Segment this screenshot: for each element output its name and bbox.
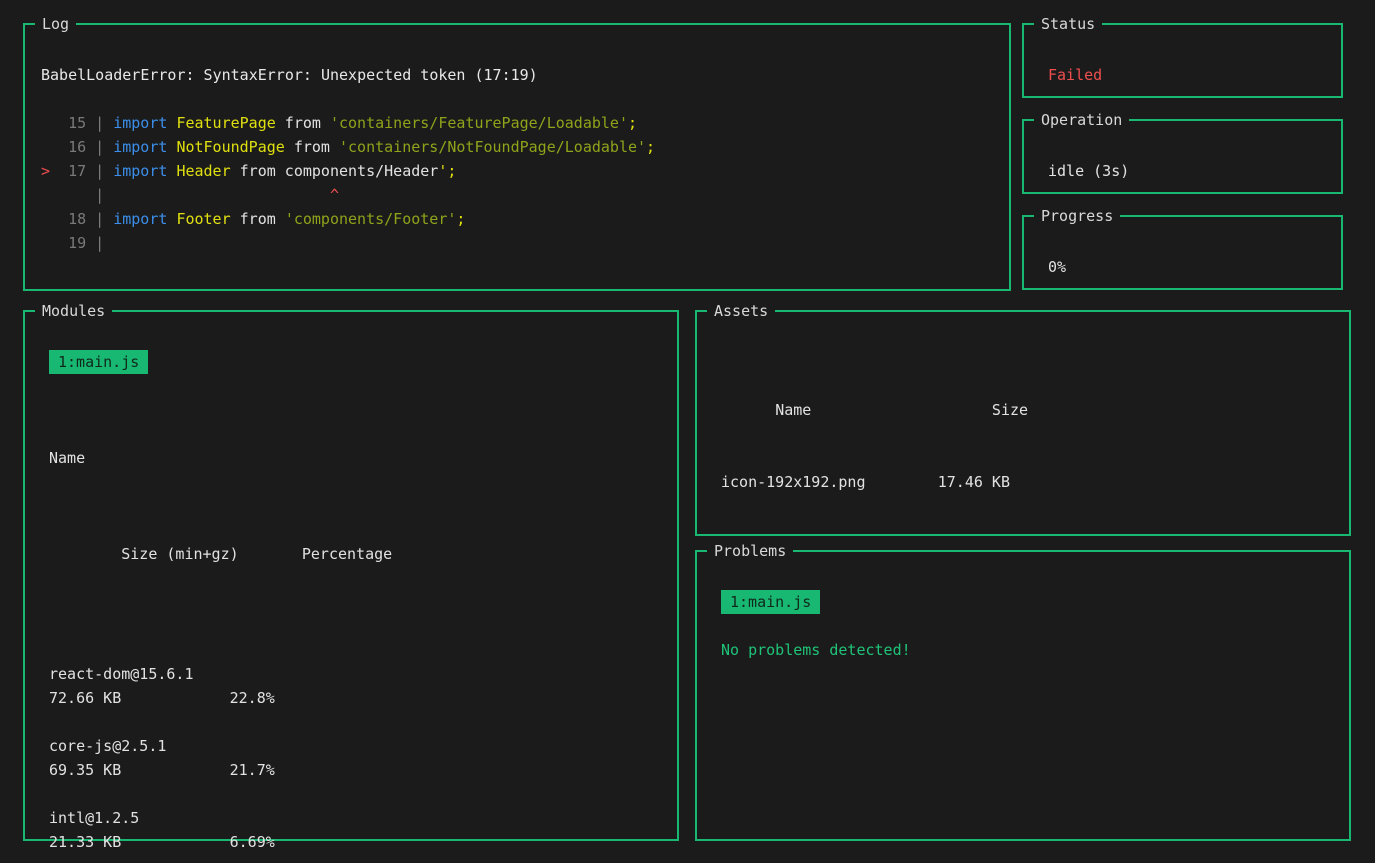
operation-value: idle (3s) [1048,159,1317,183]
module-row: react-dom@15.6.1 72.66 KB22.8% [49,662,653,710]
status-panel-title: Status [1034,12,1102,36]
log-panel: Log BabelLoaderError: SyntaxError: Unexp… [23,23,1011,291]
gutter-separator: | [86,114,113,132]
code-line: >17 | import Header from components/Head… [41,159,985,183]
operation-panel: Operation idle (3s) [1022,119,1343,194]
asset-size: 17.46 KB [938,473,1010,491]
code-token: 'containers/NotFoundPage/Loadable' [339,138,646,156]
code-line: 18 | import Footer from 'components/Foot… [41,207,985,231]
module-size: 72.66 KB [49,686,230,710]
line-number: 15 [59,111,86,135]
assets-table-header: NameSize [721,374,1325,446]
code-token: FeaturePage [176,114,275,132]
code-token: from [231,210,285,228]
asset-row: icon-192x192.png17.46 KB [721,470,1325,494]
code-token: from [285,138,339,156]
line-number: 16 [59,135,86,159]
code-token: 'components/Footer' [285,210,457,228]
module-name: react-dom@15.6.1 [49,665,194,683]
problems-panel-title: Problems [707,539,793,563]
problems-message: No problems detected! [721,638,1325,662]
code-token: import [113,138,167,156]
status-panel: Status Failed [1022,23,1343,98]
asset-name: icon-192x192.png [721,470,938,494]
operation-panel-title: Operation [1034,108,1129,132]
error-line-marker [41,231,59,255]
module-percentage: 21.7% [230,761,275,779]
error-line-marker [41,183,59,207]
gutter-separator: | [86,162,113,180]
assets-panel-title: Assets [707,299,775,323]
problems-panel: Problems 1:main.js No problems detected! [695,550,1351,841]
code-token: ; [646,138,655,156]
log-code-frame: 15 | import FeaturePage from 'containers… [41,111,985,255]
code-token: 'containers/FeaturePage/Loadable' [330,114,628,132]
code-token: import [113,162,167,180]
modules-col-percentage: Percentage [302,545,392,563]
code-token: from [276,114,330,132]
code-token: Footer [176,210,230,228]
error-line-marker [41,111,59,135]
gutter-separator: | [86,186,113,204]
code-token: ^ [113,186,339,204]
assets-rows: icon-192x192.png17.46 KB [721,470,1325,494]
modules-col-name: Name [49,446,653,470]
log-panel-content: BabelLoaderError: SyntaxError: Unexpecte… [25,25,1009,267]
code-token: NotFoundPage [176,138,284,156]
line-number: 18 [59,207,86,231]
progress-value: 0% [1048,255,1317,279]
progress-panel: Progress 0% [1022,215,1343,290]
module-percentage: 6.69% [230,833,275,851]
code-token: Header [176,162,230,180]
modules-table-header: Name Size (min+gz)Percentage [49,398,653,638]
progress-panel-title: Progress [1034,204,1120,228]
error-line-marker [41,135,59,159]
module-row: intl@1.2.5 21.33 KB6.69% [49,806,653,854]
line-number: 17 [59,159,86,183]
gutter-separator: | [86,138,113,156]
code-token: '; [438,162,456,180]
code-line: 16 | import NotFoundPage from 'container… [41,135,985,159]
code-token: ; [456,210,465,228]
problems-bundle-tab: 1:main.js [721,590,820,614]
assets-col-name: Name [775,398,992,422]
modules-rows: react-dom@15.6.1 72.66 KB22.8% core-js@2.5… [49,662,653,863]
module-row: core-js@2.5.1 69.35 KB21.7% [49,734,653,782]
assets-panel: Assets NameSize icon-192x192.png17.46 KB [695,310,1351,536]
module-size: 69.35 KB [49,758,230,782]
assets-col-size: Size [992,401,1028,419]
module-name: core-js@2.5.1 [49,737,166,755]
error-line-marker [41,207,59,231]
code-token: import [113,114,167,132]
module-name: intl@1.2.5 [49,809,139,827]
modules-panel: Modules 1:main.js Name Size (min+gz)Perc… [23,310,679,841]
modules-col-size: Size (min+gz) [121,542,302,566]
code-token: ; [628,114,637,132]
code-line: | ^ [41,183,985,207]
log-panel-title: Log [35,12,76,36]
module-percentage: 22.8% [230,689,275,707]
error-message: BabelLoaderError: SyntaxError: Unexpecte… [41,63,985,87]
code-line: 19 | [41,231,985,255]
error-line-marker: > [41,159,59,183]
code-token: import [113,210,167,228]
gutter-separator: | [86,210,113,228]
gutter-separator: | [86,234,113,252]
modules-panel-title: Modules [35,299,112,323]
code-line: 15 | import FeaturePage from 'containers… [41,111,985,135]
code-token: from components/Header [231,162,439,180]
module-size: 21.33 KB [49,830,230,854]
modules-bundle-tab: 1:main.js [49,350,148,374]
line-number: 19 [59,231,86,255]
status-value: Failed [1048,63,1317,87]
